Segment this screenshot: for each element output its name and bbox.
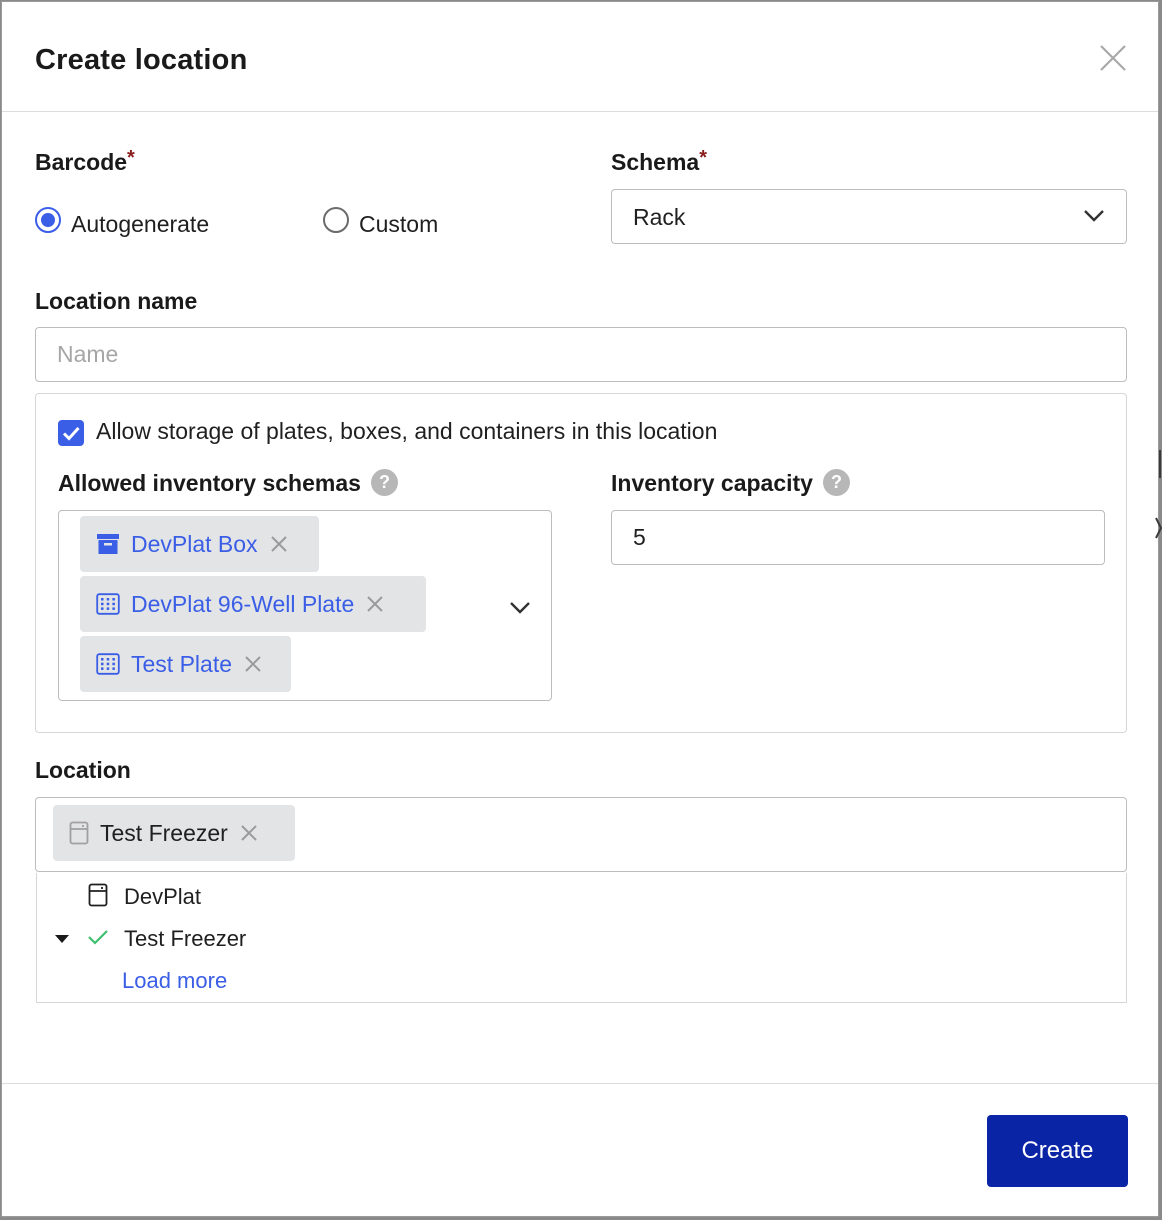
radio-autogenerate[interactable] bbox=[35, 207, 61, 233]
remove-chip-icon[interactable] bbox=[244, 655, 262, 673]
inventory-capacity-label: Inventory capacity? bbox=[611, 469, 850, 498]
required-mark: * bbox=[127, 147, 135, 169]
remove-chip-icon[interactable] bbox=[270, 535, 288, 553]
schema-chip-devplat-box: DevPlat Box bbox=[80, 516, 319, 572]
barcode-label: Barcode* bbox=[35, 147, 135, 175]
load-more-link[interactable]: Load more bbox=[122, 968, 227, 994]
location-chip-test-freezer: Test Freezer bbox=[53, 805, 295, 861]
chip-label: Test Freezer bbox=[100, 819, 228, 846]
schema-select[interactable]: Rack bbox=[611, 189, 1127, 244]
dialog-footer-divider bbox=[2, 1083, 1158, 1084]
background-edge-glyph bbox=[1155, 517, 1162, 539]
chip-label: Test Plate bbox=[131, 650, 232, 677]
help-icon[interactable]: ? bbox=[370, 469, 398, 497]
chevron-down-icon bbox=[1084, 210, 1104, 222]
allowed-schemas-multiselect[interactable]: DevPlat Box DevPlat 96-Well Plate Test P… bbox=[58, 510, 552, 701]
freezer-icon bbox=[69, 821, 89, 845]
radio-custom[interactable] bbox=[323, 207, 349, 233]
location-name-input[interactable] bbox=[35, 327, 1127, 382]
allow-storage-label: Allow storage of plates, boxes, and cont… bbox=[96, 418, 718, 444]
create-location-dialog: Create location Barcode* Autogenerate Cu… bbox=[1, 1, 1159, 1217]
caret-down-icon[interactable] bbox=[54, 934, 70, 944]
checkmark-icon bbox=[62, 426, 80, 441]
dialog-header: Create location bbox=[2, 2, 1158, 112]
remove-chip-icon[interactable] bbox=[366, 595, 384, 613]
radio-custom-label[interactable]: Custom bbox=[359, 211, 438, 238]
radio-autogenerate-label[interactable]: Autogenerate bbox=[71, 211, 209, 238]
plate-icon bbox=[96, 653, 120, 675]
remove-chip-icon[interactable] bbox=[240, 824, 258, 842]
plate-icon bbox=[96, 593, 120, 615]
box-icon bbox=[97, 534, 119, 554]
freezer-icon bbox=[88, 883, 108, 907]
schema-select-value: Rack bbox=[633, 204, 686, 230]
create-button[interactable]: Create bbox=[987, 1115, 1128, 1187]
schema-label: Schema* bbox=[611, 147, 708, 175]
help-icon[interactable]: ? bbox=[822, 469, 850, 497]
required-mark: * bbox=[699, 147, 708, 169]
chip-label: DevPlat Box bbox=[131, 530, 258, 557]
tree-item-test-freezer[interactable]: Test Freezer bbox=[124, 926, 246, 952]
location-select[interactable]: Test Freezer bbox=[35, 797, 1127, 872]
close-icon[interactable] bbox=[1098, 43, 1128, 73]
tree-item-devplat[interactable]: DevPlat bbox=[124, 884, 201, 910]
check-icon bbox=[88, 930, 108, 945]
schema-chip-devplat-96-well-plate: DevPlat 96-Well Plate bbox=[80, 576, 426, 632]
allow-storage-checkbox[interactable] bbox=[58, 420, 84, 446]
chip-label: DevPlat 96-Well Plate bbox=[131, 590, 355, 617]
dialog-title: Create location bbox=[35, 44, 248, 76]
location-name-label: Location name bbox=[35, 288, 198, 314]
location-label: Location bbox=[35, 757, 131, 783]
inventory-capacity-input[interactable] bbox=[611, 510, 1105, 565]
schema-chip-test-plate: Test Plate bbox=[80, 636, 291, 692]
background-edge-glyph bbox=[1159, 450, 1161, 478]
chevron-down-icon[interactable] bbox=[508, 600, 532, 616]
allowed-schemas-label: Allowed inventory schemas? bbox=[58, 469, 398, 498]
